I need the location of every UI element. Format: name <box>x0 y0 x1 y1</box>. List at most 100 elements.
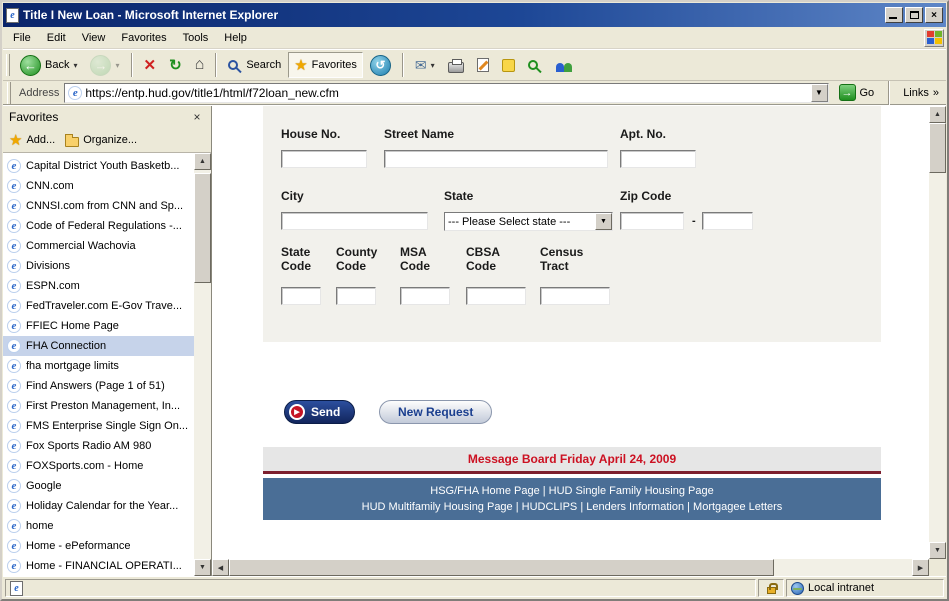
scroll-up-button[interactable]: ▲ <box>929 106 946 123</box>
favorite-item[interactable]: eFMS Enterprise Single Sign On... <box>3 416 194 436</box>
history-button[interactable]: ↺ <box>364 52 397 78</box>
new-request-button[interactable]: New Request <box>379 400 492 424</box>
favorite-item[interactable]: eFind Answers (Page 1 of 51) <box>3 376 194 396</box>
menu-help[interactable]: Help <box>216 29 255 47</box>
discuss-icon <box>502 59 515 72</box>
status-page-icon: e <box>10 581 23 596</box>
favorite-item[interactable]: eDivisions <box>3 256 194 276</box>
menu-tools[interactable]: Tools <box>175 29 217 47</box>
search-button[interactable]: Search <box>222 52 287 78</box>
minimize-button[interactable] <box>885 7 903 23</box>
favorite-item[interactable]: eESPN.com <box>3 276 194 296</box>
favorite-item[interactable]: eFFIEC Home Page <box>3 316 194 336</box>
addressbar-grip[interactable] <box>7 82 11 104</box>
scroll-thumb[interactable] <box>229 559 774 576</box>
footer-links-line2[interactable]: HUD Multifamily Housing Page | HUDCLIPS … <box>263 501 881 513</box>
select-arrow-icon[interactable]: ▼ <box>595 213 612 230</box>
favorite-item[interactable]: eFedTraveler.com E-Gov Trave... <box>3 296 194 316</box>
favorite-item[interactable]: efha mortgage limits <box>3 356 194 376</box>
zip-plus4-input[interactable] <box>702 212 753 230</box>
scroll-right-button[interactable]: ▶ <box>912 559 929 576</box>
scroll-down-button[interactable]: ▼ <box>929 542 946 559</box>
messenger-button[interactable] <box>549 52 579 78</box>
state-select[interactable]: --- Please Select state --- ▼ <box>444 212 613 231</box>
footer-links-line1[interactable]: HSG/FHA Home Page | HUD Single Family Ho… <box>263 485 881 497</box>
close-button[interactable]: × <box>925 7 943 23</box>
zip-code-input[interactable] <box>620 212 684 230</box>
favorite-item[interactable]: eHome - ePeformance <box>3 536 194 556</box>
toolbar-separator <box>131 53 133 77</box>
send-label: Send <box>311 405 340 419</box>
refresh-button[interactable]: ↻ <box>163 52 188 78</box>
stop-button[interactable]: ✕ <box>138 52 163 78</box>
county-code-input[interactable] <box>336 287 376 305</box>
scroll-up-button[interactable]: ▲ <box>194 153 211 170</box>
street-name-input[interactable] <box>384 150 608 168</box>
favorites-panel-close-button[interactable]: × <box>189 110 205 125</box>
state-code-input[interactable] <box>281 287 321 305</box>
organize-favorites-label: Organize... <box>83 134 137 146</box>
add-favorite-button[interactable]: ★ Add... <box>9 131 55 149</box>
client-area: Favorites × ★ Add... Organize... eCapita… <box>3 105 946 576</box>
forward-button[interactable]: → ▾ <box>84 52 125 78</box>
state-label: State <box>444 189 473 203</box>
menu-view[interactable]: View <box>74 29 114 47</box>
menu-edit[interactable]: Edit <box>39 29 74 47</box>
address-input[interactable] <box>85 85 807 101</box>
cbsa-code-input[interactable] <box>466 287 526 305</box>
apt-no-input[interactable] <box>620 150 696 168</box>
scroll-thumb[interactable] <box>929 123 946 173</box>
toolbar-grip[interactable] <box>6 54 10 76</box>
home-button[interactable]: ⌂ <box>189 52 211 78</box>
favorite-item[interactable]: eCode of Federal Regulations -... <box>3 216 194 236</box>
favorite-item-selected[interactable]: eFHA Connection <box>3 336 194 356</box>
msa-code-input[interactable] <box>400 287 450 305</box>
title-bar[interactable]: e Title I New Loan - Microsoft Internet … <box>3 3 946 27</box>
maximize-button[interactable] <box>905 7 923 23</box>
favorites-scrollbar[interactable]: ▲ ▼ <box>194 153 211 576</box>
favorite-label: Code of Federal Regulations -... <box>26 220 182 232</box>
favorite-label: Divisions <box>26 260 70 272</box>
city-input[interactable] <box>281 212 428 230</box>
favorite-item[interactable]: eHome - FINANCIAL OPERATI... <box>3 556 194 576</box>
favorite-item[interactable]: eFox Sports Radio AM 980 <box>3 436 194 456</box>
edit-button[interactable] <box>471 52 495 78</box>
organize-favorites-button[interactable]: Organize... <box>65 134 137 147</box>
stop-icon: ✕ <box>144 56 157 74</box>
address-dropdown-button[interactable]: ▼ <box>811 84 828 102</box>
menu-favorites[interactable]: Favorites <box>113 29 174 47</box>
back-dropdown-icon[interactable]: ▾ <box>73 61 77 70</box>
street-name-label: Street Name <box>384 127 454 141</box>
links-chevron-icon[interactable]: » <box>933 87 939 99</box>
favorite-item[interactable]: eCNNSI.com from CNN and Sp... <box>3 196 194 216</box>
favorite-item[interactable]: eFirst Preston Management, In... <box>3 396 194 416</box>
favorite-item[interactable]: eCNN.com <box>3 176 194 196</box>
links-toolbar[interactable]: Links » <box>899 87 943 99</box>
research-button[interactable] <box>522 52 548 78</box>
page-horizontal-scrollbar[interactable]: ◀ ▶ <box>212 559 929 576</box>
favorite-item[interactable]: ehome <box>3 516 194 536</box>
favorite-item[interactable]: eHoliday Calendar for the Year... <box>3 496 194 516</box>
back-button[interactable]: ← Back ▾ <box>14 52 83 78</box>
page-frame: House No. Street Name Apt. No. City Stat… <box>212 106 946 576</box>
house-no-input[interactable] <box>281 150 367 168</box>
scroll-down-button[interactable]: ▼ <box>194 559 211 576</box>
favorites-button[interactable]: ★ Favorites <box>288 52 363 78</box>
menu-file[interactable]: File <box>5 29 39 47</box>
scroll-thumb[interactable] <box>194 173 211 283</box>
favorites-panel-header: Favorites × <box>3 106 211 128</box>
discuss-button[interactable] <box>496 52 521 78</box>
go-button[interactable]: → Go <box>834 82 880 104</box>
scroll-left-button[interactable]: ◀ <box>212 559 229 576</box>
favorite-item[interactable]: eGoogle <box>3 476 194 496</box>
favorite-item[interactable]: eCapital District Youth Basketb... <box>3 156 194 176</box>
mail-button[interactable]: ✉ ▾ <box>409 52 441 78</box>
census-tract-input[interactable] <box>540 287 610 305</box>
mail-dropdown-icon[interactable]: ▾ <box>431 61 435 70</box>
toolbar-separator <box>215 53 217 77</box>
favorite-item[interactable]: eFOXSports.com - Home <box>3 456 194 476</box>
print-button[interactable] <box>442 52 470 78</box>
favorite-item[interactable]: eCommercial Wachovia <box>3 236 194 256</box>
send-button[interactable]: ▶ Send <box>284 400 355 424</box>
page-vertical-scrollbar[interactable]: ▲ ▼ <box>929 106 946 559</box>
